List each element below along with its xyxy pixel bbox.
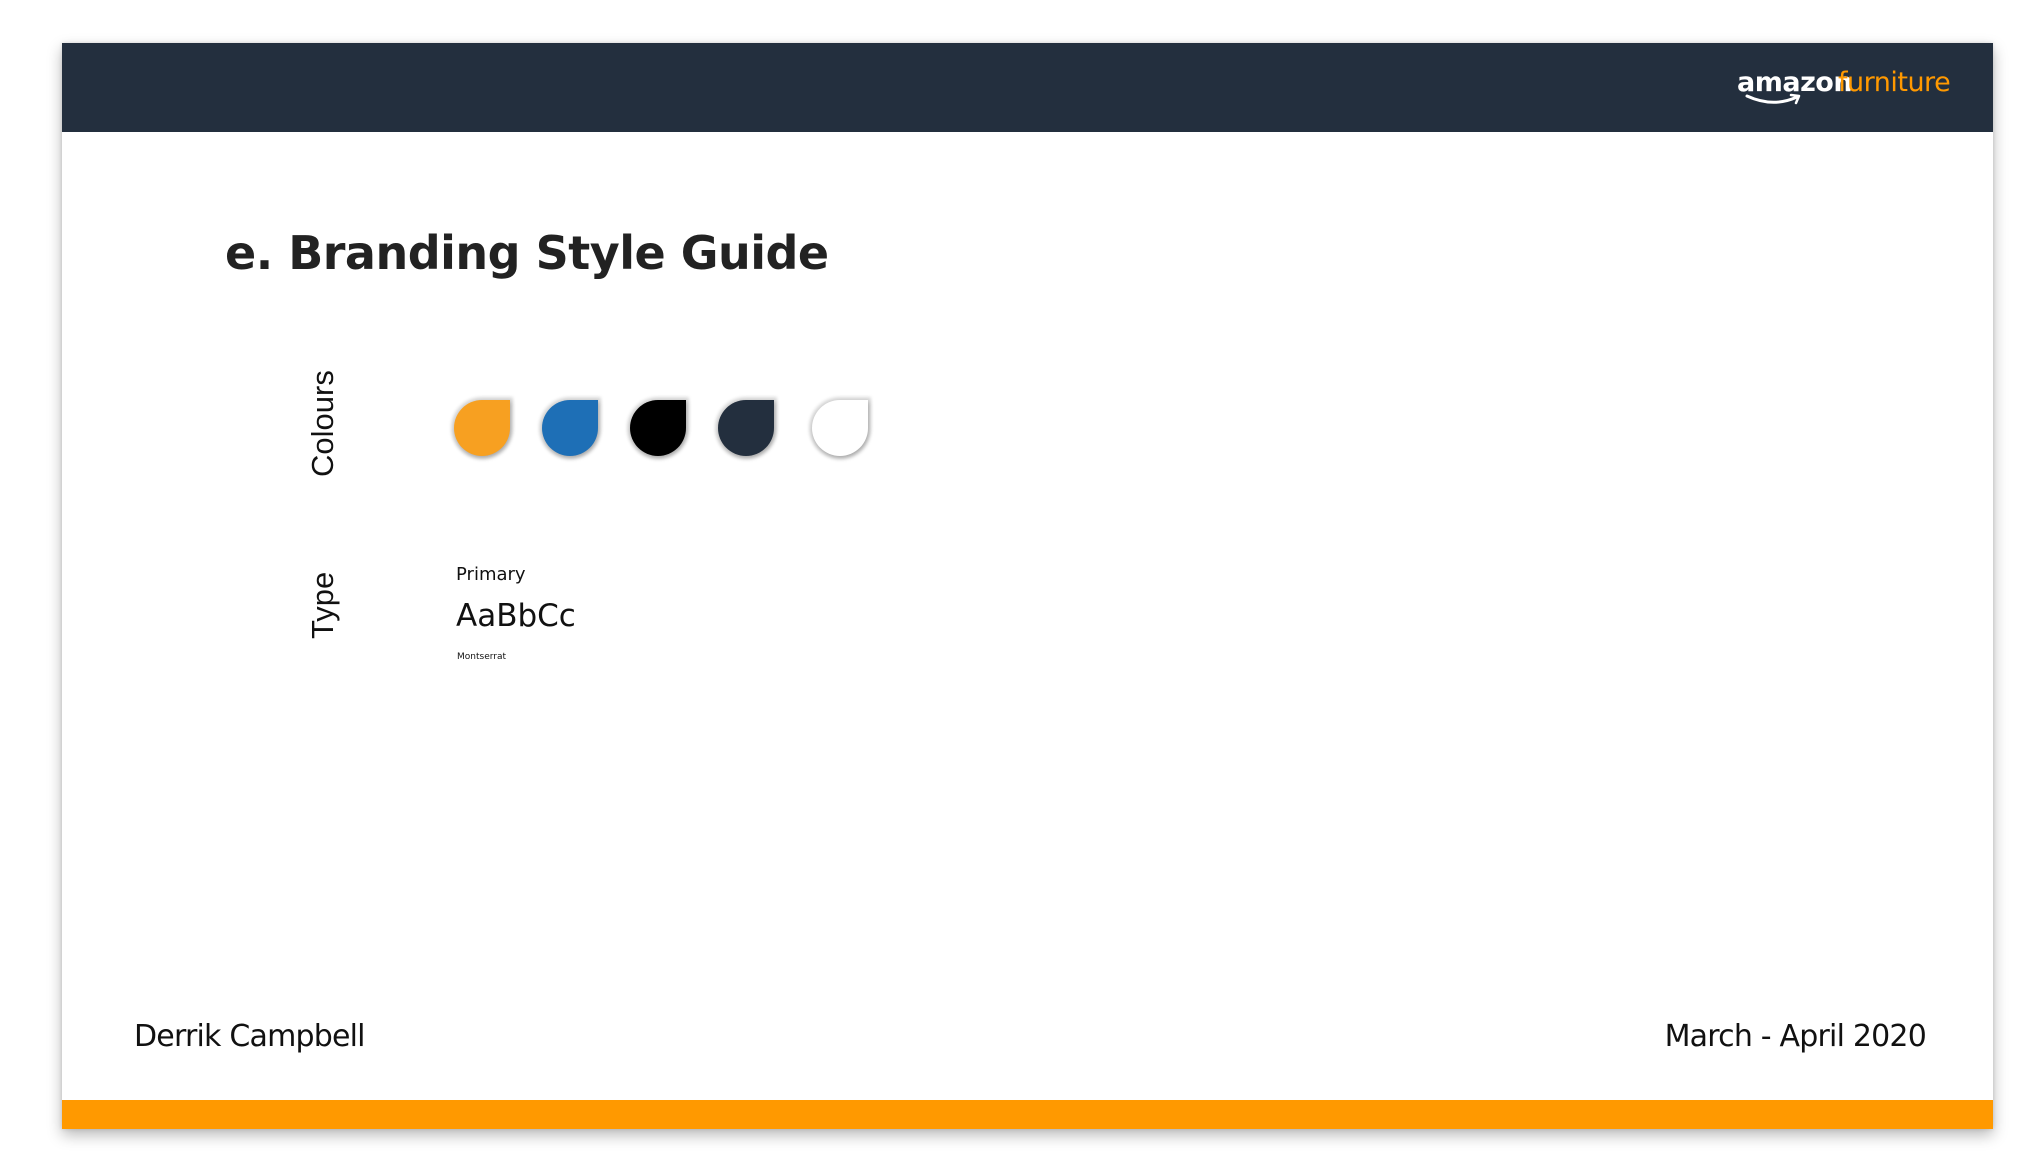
colour-swatch-navy — [718, 400, 774, 456]
colour-swatch-orange — [454, 400, 510, 456]
colours-label: Colours — [305, 370, 340, 477]
amazon-furniture-logo: amazon furniture — [1737, 65, 1951, 113]
header-bar: amazon furniture — [62, 43, 1993, 132]
slide-title: e. Branding Style Guide — [225, 226, 829, 280]
colour-swatch-black — [630, 400, 686, 456]
colour-swatch-white — [812, 400, 868, 456]
logo-furniture-text: furniture — [1838, 67, 1951, 98]
footer-date: March - April 2020 — [1664, 1019, 1927, 1054]
amazon-smile-icon — [1745, 93, 1801, 105]
type-primary-label: Primary — [456, 564, 526, 585]
footer-accent-bar — [62, 1100, 1993, 1129]
type-sample-text: AaBbCc — [456, 598, 576, 634]
slide: amazon furniture e. Branding Style Guide… — [62, 43, 1993, 1129]
footer-author: Derrik Campbell — [134, 1019, 366, 1054]
type-label: Type — [305, 571, 340, 639]
colour-swatch-blue — [542, 400, 598, 456]
type-font-name: Montserrat — [457, 652, 507, 662]
